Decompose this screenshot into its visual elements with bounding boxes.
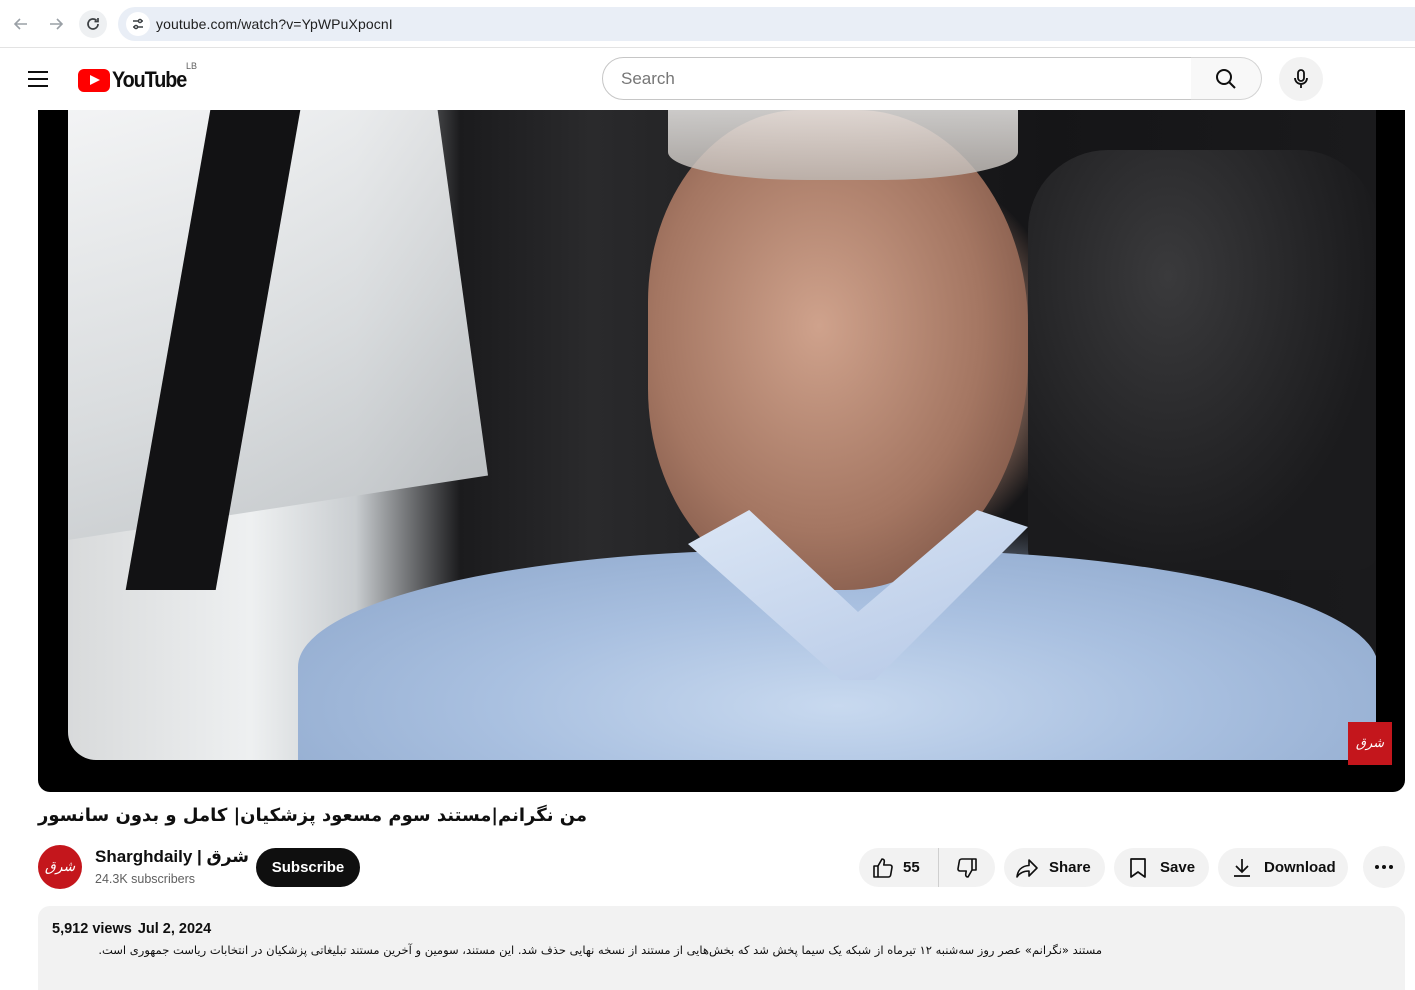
channel-watermark[interactable]: شرق [1348, 722, 1392, 765]
youtube-play-icon [78, 68, 110, 92]
video-title: من نگرانم|مستند سوم مسعود پزشکیان| کامل … [38, 805, 588, 826]
save-button[interactable]: Save [1114, 848, 1209, 887]
logo-text: YouTube [112, 67, 187, 92]
save-label: Save [1160, 859, 1196, 876]
like-count: 55 [903, 859, 920, 876]
search-box [602, 57, 1192, 100]
url-text: youtube.com/watch?v=YpWPuXpocnI [156, 16, 393, 32]
channel-name[interactable]: Sharghdaily | شرق [95, 847, 249, 867]
bookmark-icon [1130, 857, 1146, 878]
like-button[interactable]: 55 [859, 848, 939, 887]
reload-icon [87, 18, 99, 30]
subscribe-button[interactable]: Subscribe [256, 848, 360, 887]
arrow-right-icon [50, 18, 64, 30]
like-dislike-group: 55 [859, 848, 995, 887]
microphone-icon [1294, 69, 1308, 88]
car-headrest [1028, 150, 1376, 570]
more-actions-button[interactable] [1363, 846, 1405, 888]
description-box[interactable]: 5,912 views Jul 2, 2024 مستند «نگرانم» عص… [38, 906, 1405, 990]
thumbs-down-icon [957, 857, 977, 878]
address-bar[interactable]: youtube.com/watch?v=YpWPuXpocnI [118, 7, 1415, 41]
video-player[interactable]: شرق [38, 110, 1405, 792]
search-button[interactable] [1191, 57, 1262, 100]
browser-toolbar: youtube.com/watch?v=YpWPuXpocnI [0, 0, 1415, 48]
youtube-logo[interactable]: YouTube [78, 67, 194, 93]
site-info-icon[interactable] [126, 12, 150, 36]
description-text: مستند «نگرانم» عصر روز سه‌شنبه ۱۲ تیرماه… [98, 943, 1102, 957]
view-count: 5,912 views [52, 921, 132, 937]
reload-button[interactable] [79, 10, 107, 38]
more-horizontal-icon [1375, 865, 1393, 869]
download-icon [1234, 858, 1250, 877]
thumbs-up-icon [873, 857, 893, 878]
download-label: Download [1264, 859, 1336, 876]
arrow-left-icon [13, 18, 27, 30]
man-hair [668, 110, 1018, 180]
voice-search-button[interactable] [1279, 57, 1323, 101]
youtube-header: YouTube LB [0, 48, 1415, 110]
search-icon [1216, 68, 1236, 89]
forward-button[interactable] [42, 10, 70, 38]
upload-date: Jul 2, 2024 [137, 921, 212, 937]
country-code: LB [186, 61, 198, 71]
search-input[interactable] [621, 69, 1161, 89]
back-button[interactable] [7, 10, 35, 38]
video-frame [68, 110, 1376, 760]
share-icon [1016, 858, 1038, 878]
subscriber-count: 24.3K subscribers [95, 872, 196, 886]
share-label: Share [1049, 859, 1091, 876]
video-stats: 5,912 views Jul 2, 2024 [52, 921, 211, 937]
dislike-button[interactable] [939, 848, 995, 887]
share-button[interactable]: Share [1004, 848, 1105, 887]
channel-avatar[interactable]: شرق [38, 845, 82, 889]
download-button[interactable]: Download [1218, 848, 1348, 887]
menu-icon[interactable] [24, 65, 52, 93]
